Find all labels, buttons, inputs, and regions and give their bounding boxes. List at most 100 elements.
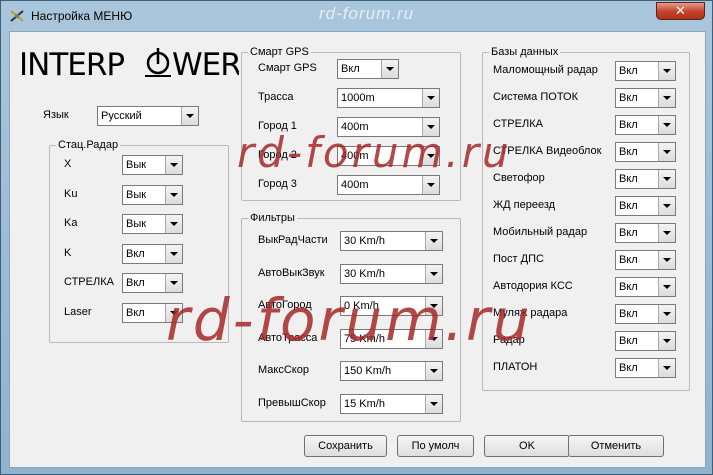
- smart-gps-select[interactable]: 400m: [337, 146, 440, 166]
- chevron-down-icon[interactable]: [165, 303, 182, 322]
- smart-gps-select[interactable]: 400m: [337, 117, 440, 137]
- dialog-client: INTERP WER Язык Русский Стац.Радар X Вык K…: [9, 31, 706, 468]
- chevron-down-icon[interactable]: [658, 224, 675, 242]
- smart-gps-select[interactable]: 400m: [337, 175, 440, 195]
- cancel-button[interactable]: Отменить: [568, 435, 664, 457]
- chevron-down-icon[interactable]: [165, 156, 182, 174]
- databases-label: ПЛАТОН: [493, 361, 538, 373]
- chevron-down-icon[interactable]: [658, 251, 675, 269]
- stat-radar-select[interactable]: Вык: [122, 184, 183, 205]
- databases-select[interactable]: Вкл: [615, 142, 676, 162]
- chevron-down-icon[interactable]: [165, 185, 182, 204]
- chevron-down-icon[interactable]: [658, 170, 675, 188]
- filters-select[interactable]: 75 Km/h: [340, 328, 443, 349]
- language-select[interactable]: Русский: [97, 106, 199, 126]
- stat-radar-label: X: [64, 158, 72, 170]
- svg-text:WER: WER: [172, 47, 239, 80]
- filters-select[interactable]: 30 Km/h: [340, 263, 443, 284]
- svg-text:INTERP: INTERP: [19, 47, 124, 80]
- chevron-down-icon[interactable]: [658, 359, 675, 377]
- stat-radar-title: Стац.Радар: [56, 138, 121, 152]
- databases-select[interactable]: Вкл: [615, 250, 676, 270]
- chevron-down-icon[interactable]: [425, 329, 442, 348]
- chevron-down-icon[interactable]: [165, 274, 182, 292]
- chevron-down-icon[interactable]: [658, 143, 675, 161]
- smart-gps-title: Смарт GPS: [248, 45, 311, 59]
- save-button[interactable]: Сохранить: [304, 435, 387, 457]
- chevron-down-icon[interactable]: [658, 62, 675, 80]
- filters-select[interactable]: 30 Km/h: [340, 231, 443, 251]
- databases-select[interactable]: Вкл: [615, 196, 676, 216]
- chevron-down-icon[interactable]: [181, 107, 198, 125]
- smart-gps-label: Город 2: [258, 149, 297, 161]
- chevron-down-icon[interactable]: [425, 362, 442, 380]
- databases-label: СТРЕЛКА: [493, 118, 543, 130]
- chevron-down-icon[interactable]: [381, 60, 398, 78]
- stat-radar-label: СТРЕЛКА: [64, 276, 114, 288]
- databases-title: Базы данных: [489, 45, 561, 59]
- databases-select[interactable]: Вкл: [615, 115, 676, 135]
- chevron-down-icon[interactable]: [425, 297, 442, 315]
- title-bar[interactable]: Настройка МЕНЮ rd-forum.ru ✕: [1, 1, 712, 31]
- chevron-down-icon[interactable]: [658, 197, 675, 215]
- stat-radar-select[interactable]: Вык: [122, 155, 183, 175]
- chevron-down-icon[interactable]: [422, 89, 439, 107]
- window-title: Настройка МЕНЮ: [31, 9, 133, 23]
- chevron-down-icon[interactable]: [658, 89, 675, 107]
- smart-gps-label: Город 3: [258, 178, 297, 190]
- stat-radar-label: Ku: [64, 187, 78, 200]
- databases-label: Пост ДПС: [493, 253, 544, 265]
- settings-window: Настройка МЕНЮ rd-forum.ru ✕ INTERP WER …: [0, 0, 713, 475]
- databases-label: Система ПОТОК: [493, 91, 579, 103]
- filters-label: ВыкРадЧасти: [258, 234, 328, 246]
- chevron-down-icon[interactable]: [658, 305, 675, 323]
- stat-radar-label: K: [64, 246, 72, 259]
- ok-button[interactable]: OK: [484, 435, 570, 457]
- databases-select[interactable]: Вкл: [615, 169, 676, 189]
- chevron-down-icon[interactable]: [165, 215, 182, 233]
- stat-radar-select[interactable]: Вкл: [122, 302, 183, 323]
- chevron-down-icon[interactable]: [425, 232, 442, 250]
- stat-radar-select[interactable]: Вык: [122, 214, 183, 234]
- chevron-down-icon[interactable]: [165, 244, 182, 263]
- close-button[interactable]: ✕: [656, 2, 705, 20]
- chevron-down-icon[interactable]: [422, 118, 439, 136]
- smart-gps-label: Смарт GPS: [258, 62, 317, 74]
- smart-gps-select[interactable]: Вкл: [337, 59, 399, 79]
- databases-select[interactable]: Вкл: [615, 223, 676, 243]
- filters-label: АвтоТрасса: [258, 331, 318, 344]
- smart-gps-label: Город 1: [258, 120, 297, 132]
- stat-radar-label: Ka: [64, 217, 78, 229]
- filters-label: ПревышСкор: [258, 396, 326, 409]
- databases-select[interactable]: Вкл: [615, 61, 676, 81]
- stat-radar-select[interactable]: Вкл: [122, 273, 183, 293]
- databases-select[interactable]: Вкл: [615, 304, 676, 324]
- stat-radar-select[interactable]: Вкл: [122, 243, 183, 264]
- chevron-down-icon[interactable]: [658, 116, 675, 134]
- interpower-logo-icon: [145, 48, 171, 77]
- filters-label: АвтоВыкЗвук: [258, 266, 325, 279]
- smart-gps-select[interactable]: 1000m: [337, 88, 440, 108]
- filters-select[interactable]: 0 Km/h: [340, 296, 443, 316]
- chevron-down-icon[interactable]: [658, 332, 675, 350]
- stat-radar-label: Laser: [64, 305, 92, 318]
- satellite-app-icon: [10, 10, 24, 22]
- chevron-down-icon[interactable]: [658, 278, 675, 296]
- chevron-down-icon[interactable]: [425, 394, 442, 413]
- smart-gps-label: Трасса: [258, 91, 294, 103]
- databases-label: СТРЕЛКА Видеоблок: [493, 145, 602, 157]
- default-button[interactable]: По умолч: [397, 435, 474, 457]
- chevron-down-icon[interactable]: [422, 147, 439, 165]
- databases-label: Автодория КСС: [493, 280, 573, 292]
- databases-select[interactable]: Вкл: [615, 88, 676, 108]
- databases-select[interactable]: Вкл: [615, 358, 676, 378]
- filters-label: МаксСкор: [258, 364, 309, 376]
- databases-select[interactable]: Вкл: [615, 331, 676, 351]
- databases-label: Светофор: [493, 172, 545, 184]
- chevron-down-icon[interactable]: [422, 176, 439, 194]
- chevron-down-icon[interactable]: [425, 264, 442, 283]
- databases-select[interactable]: Вкл: [615, 277, 676, 297]
- close-icon: ✕: [675, 3, 686, 18]
- filters-select[interactable]: 15 Km/h: [340, 393, 443, 414]
- filters-select[interactable]: 150 Km/h: [340, 361, 443, 381]
